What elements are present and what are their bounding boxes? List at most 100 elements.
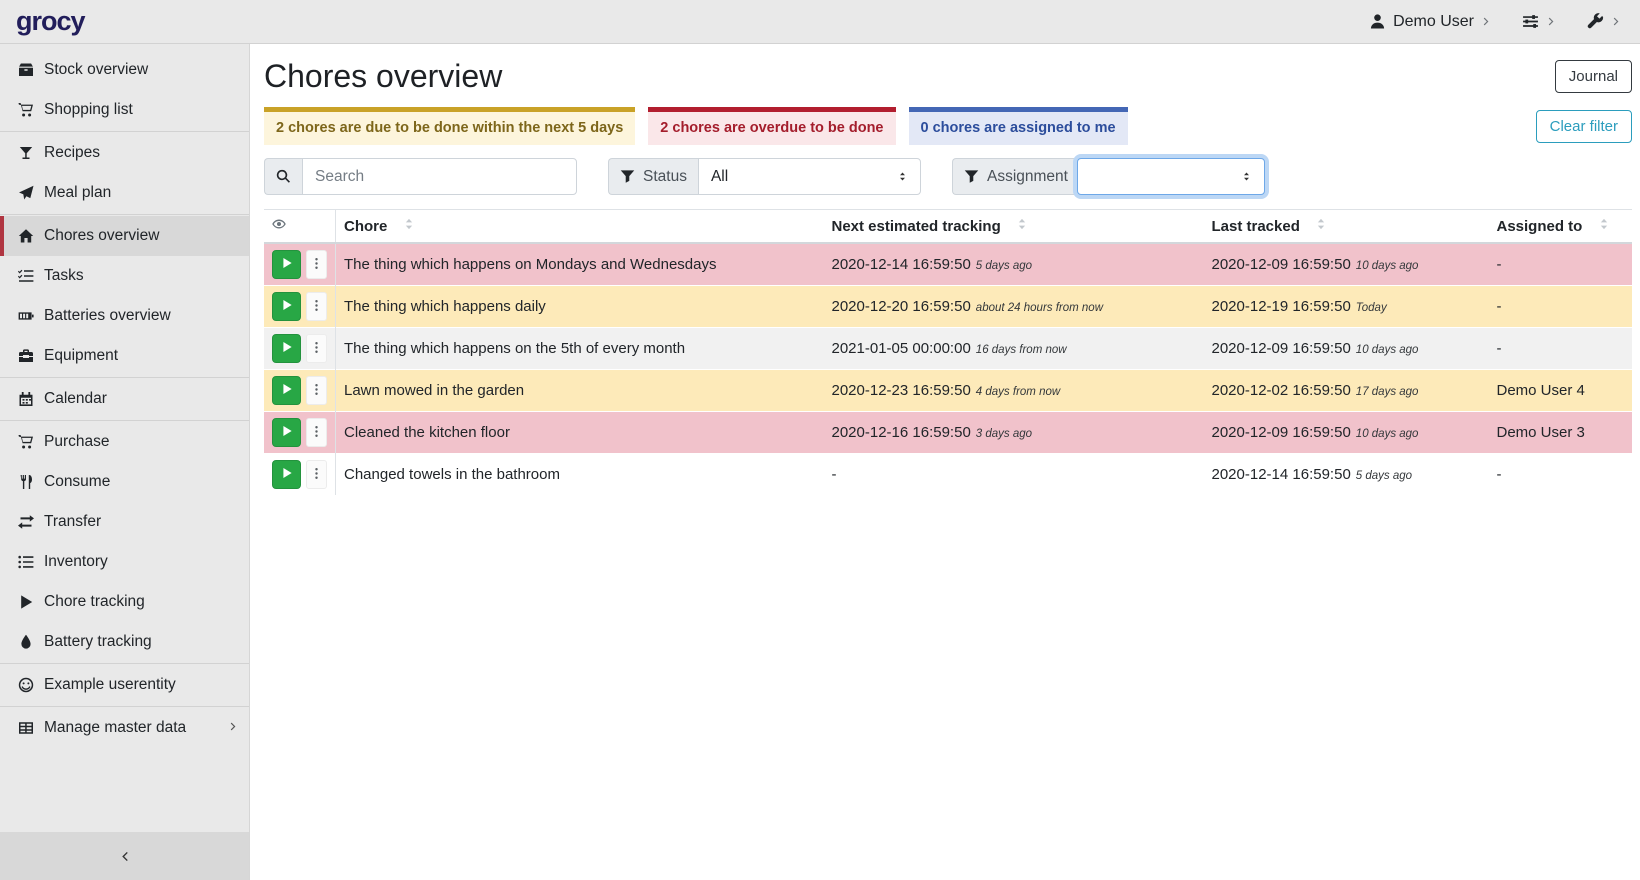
relative-time-label: 17 days ago: [1356, 386, 1419, 398]
chore-name-cell: The thing which happens on Mondays and W…: [336, 243, 824, 286]
sidebar-item-manage-master-data[interactable]: Manage master data: [0, 708, 249, 748]
chore-name-cell: The thing which happens daily: [336, 286, 824, 328]
select-arrows-icon: [897, 170, 908, 183]
track-chore-execution-button[interactable]: [272, 250, 301, 279]
assigned-to-cell: -: [1489, 286, 1633, 328]
assignment-filter-select[interactable]: [1077, 158, 1265, 195]
sidebar-item-example-userentity[interactable]: Example userentity: [0, 665, 249, 705]
column-visibility-header[interactable]: [264, 210, 336, 244]
column-header-chore[interactable]: Chore: [336, 210, 824, 244]
chore-context-menu-button[interactable]: [306, 292, 327, 321]
relative-time-label: 10 days ago: [1356, 260, 1419, 272]
relative-time-label: 16 days from now: [976, 344, 1067, 356]
sidebar-item-battery-tracking[interactable]: Battery tracking: [0, 622, 249, 662]
chore-context-menu-button[interactable]: [306, 376, 327, 405]
assignment-filter-group: Assignment: [952, 158, 1265, 195]
sidebar-item-batteries-overview[interactable]: Batteries overview: [0, 296, 249, 336]
sidebar-item-consume[interactable]: Consume: [0, 462, 249, 502]
sidebar-item-label: Manage master data: [44, 719, 186, 737]
admin-menu[interactable]: [1587, 13, 1622, 30]
track-chore-execution-button[interactable]: [272, 334, 301, 363]
sidebar-item-label: Battery tracking: [44, 633, 152, 651]
chevron-left-icon: [118, 850, 131, 863]
calendar-icon: [16, 391, 35, 407]
battery-icon: [16, 308, 35, 324]
status-banner-row: 2 chores are due to be done within the n…: [264, 107, 1632, 145]
column-header-assigned-to[interactable]: Assigned to: [1489, 210, 1633, 244]
eye-icon: [272, 217, 286, 231]
sidebar-item-equipment[interactable]: Equipment: [0, 336, 249, 376]
filter-icon: [620, 169, 635, 184]
clear-filter-button[interactable]: Clear filter: [1536, 110, 1632, 143]
chore-name-cell: Cleaned the kitchen floor: [336, 412, 824, 454]
status-filter-group: Status All: [608, 158, 921, 195]
chore-row: Lawn mowed in the garden2020-12-23 16:59…: [264, 370, 1632, 412]
exchange-icon: [16, 514, 35, 530]
tasks-icon: [16, 268, 35, 284]
wrench-icon: [1587, 13, 1604, 30]
sidebar-item-stock-overview[interactable]: Stock overview: [0, 50, 249, 90]
sidebar-divider: [0, 420, 249, 421]
sidebar-item-label: Chore tracking: [44, 593, 145, 611]
play-icon: [281, 299, 293, 314]
sidebar-collapse-button[interactable]: [0, 832, 249, 880]
assignment-filter-prepend: Assignment: [952, 158, 1079, 195]
chore-context-menu-button[interactable]: [306, 418, 327, 447]
journal-button[interactable]: Journal: [1555, 60, 1632, 93]
cocktail-icon: [16, 145, 35, 161]
banner-info: 0 chores are assigned to me: [909, 107, 1128, 145]
sidebar-item-chores-overview[interactable]: Chores overview: [0, 216, 249, 256]
chore-row: Cleaned the kitchen floor2020-12-16 16:5…: [264, 412, 1632, 454]
status-filter-label: Status: [643, 168, 687, 186]
sidebar-item-shopping-list[interactable]: Shopping list: [0, 90, 249, 130]
chore-context-menu-button[interactable]: [306, 250, 327, 279]
column-header-last-tracked[interactable]: Last tracked: [1204, 210, 1489, 244]
column-header-next-estimated-tracking[interactable]: Next estimated tracking: [824, 210, 1204, 244]
sidebar-divider: [0, 131, 249, 132]
box-icon: [16, 62, 35, 78]
chore-context-menu-button[interactable]: [306, 460, 327, 489]
last-tracked-cell: 2020-12-14 16:59:505 days ago: [1204, 454, 1489, 496]
sidebar: Stock overviewShopping list Recipes Meal p…: [0, 44, 250, 880]
table-icon: [16, 720, 35, 736]
chore-name-cell: The thing which happens on the 5th of ev…: [336, 328, 824, 370]
chore-context-menu-button[interactable]: [306, 334, 327, 363]
user-menu[interactable]: Demo User: [1369, 13, 1492, 31]
user-icon: [1369, 13, 1386, 30]
play-icon: [281, 257, 293, 272]
assigned-to-cell: Demo User 3: [1489, 412, 1633, 454]
app-logo[interactable]: grocy: [16, 6, 85, 37]
play-icon: [281, 467, 293, 482]
settings-menu[interactable]: [1522, 13, 1557, 30]
sidebar-item-meal-plan[interactable]: Meal plan: [0, 173, 249, 213]
sidebar-item-purchase[interactable]: Purchase: [0, 422, 249, 462]
sidebar-item-label: Recipes: [44, 144, 100, 162]
track-chore-execution-button[interactable]: [272, 292, 301, 321]
sidebar-item-transfer[interactable]: Transfer: [0, 502, 249, 542]
sidebar-item-label: Inventory: [44, 553, 108, 571]
assignment-filter-label: Assignment: [987, 168, 1068, 186]
sidebar-item-inventory[interactable]: Inventory: [0, 542, 249, 582]
sidebar-item-chore-tracking[interactable]: Chore tracking: [0, 582, 249, 622]
sidebar-item-tasks[interactable]: Tasks: [0, 256, 249, 296]
track-chore-execution-button[interactable]: [272, 376, 301, 405]
assigned-to-cell: Demo User 4: [1489, 370, 1633, 412]
status-filter-select[interactable]: All: [698, 158, 921, 195]
chevron-right-icon: [1481, 16, 1492, 27]
main-content: Chores overview Journal 2 chores are due…: [251, 44, 1640, 495]
search-input[interactable]: [302, 158, 577, 195]
relative-time-label: 4 days from now: [976, 386, 1060, 398]
chevron-right-icon: [1611, 16, 1622, 27]
chevron-right-icon: [1546, 16, 1557, 27]
ellipsis-v-icon: [310, 341, 323, 357]
sidebar-item-calendar[interactable]: Calendar: [0, 379, 249, 419]
track-chore-execution-button[interactable]: [272, 460, 301, 489]
track-chore-execution-button[interactable]: [272, 418, 301, 447]
sidebar-item-recipes[interactable]: Recipes: [0, 133, 249, 173]
last-tracked-cell: 2020-12-09 16:59:5010 days ago: [1204, 412, 1489, 454]
play-icon: [281, 383, 293, 398]
relative-time-label: 10 days ago: [1356, 344, 1419, 356]
ellipsis-v-icon: [310, 299, 323, 315]
sidebar-divider: [0, 663, 249, 664]
sidebar-item-label: Purchase: [44, 433, 109, 451]
